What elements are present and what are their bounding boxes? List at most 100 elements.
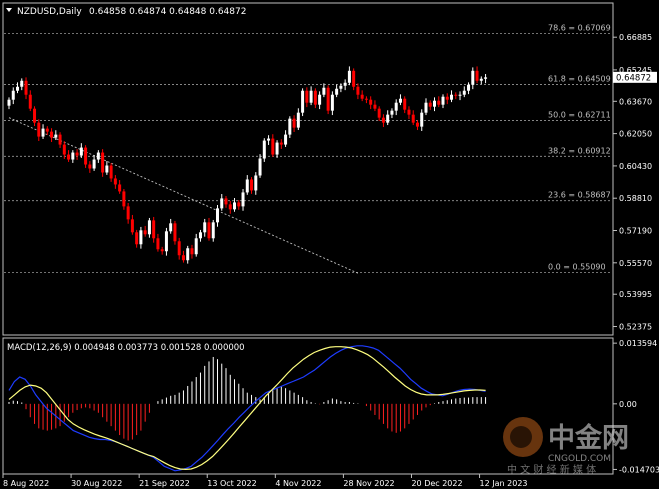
macd-tick-label: 0.013594	[619, 339, 657, 348]
candle-body	[211, 222, 215, 239]
candle-body	[420, 112, 424, 127]
candle-body	[441, 96, 445, 105]
candle-body	[454, 94, 458, 96]
price-tick-label: 0.66885	[619, 33, 652, 42]
candle-body	[407, 109, 411, 115]
candle-body	[309, 90, 313, 103]
candle-body	[275, 142, 279, 155]
candle-body	[79, 147, 83, 156]
candle-body	[67, 154, 71, 160]
cngold-logo-inner	[510, 426, 532, 448]
fib-label: 61.8 = 0.64509	[548, 75, 611, 84]
candle-body	[250, 179, 254, 191]
time-tick-label: 13 Oct 2022	[207, 479, 256, 488]
candle-body	[101, 152, 105, 173]
candle-body	[296, 112, 300, 128]
candle-body	[7, 99, 11, 106]
candle-body	[228, 204, 232, 210]
fib-label: 38.2 = 0.60912	[548, 146, 611, 155]
candle-body	[241, 192, 245, 207]
dropdown-triangle-icon[interactable]	[6, 8, 12, 12]
macd-indicator	[8, 345, 487, 472]
fib-label: 0.0 = 0.55090	[548, 262, 606, 271]
time-tick-label: 30 Aug 2022	[71, 479, 122, 488]
candle-body	[347, 70, 351, 83]
time-tick-label: 8 Aug 2022	[3, 479, 49, 488]
candle-body	[130, 219, 134, 233]
candle-body	[186, 248, 190, 261]
candle-body	[364, 98, 368, 100]
candle-body	[398, 98, 402, 103]
candle-body	[20, 80, 24, 87]
price-tick-label: 0.58810	[619, 194, 652, 203]
candle-body	[190, 248, 194, 255]
candle-body	[339, 85, 343, 89]
macd-tick-label: 0.00	[619, 400, 637, 409]
candle-body	[271, 138, 275, 155]
time-tick-label: 12 Jan 2023	[480, 479, 528, 488]
candle-body	[411, 114, 415, 123]
candle-body	[433, 100, 436, 107]
price-tick-label: 0.60430	[619, 162, 652, 171]
candle-body	[356, 86, 360, 95]
candle-body	[122, 191, 126, 207]
candle-body	[24, 80, 28, 95]
macd-tick-label: -0.014703	[619, 465, 659, 474]
candle-body	[118, 184, 122, 192]
candle-body	[377, 108, 381, 118]
candle-body	[152, 220, 156, 239]
candle-body	[292, 118, 296, 128]
candle-body	[160, 249, 164, 252]
candle-body	[173, 223, 177, 242]
candle-body	[181, 255, 185, 261]
chart-canvas: 78.6 = 0.67069 61.8 = 0.64509 50.0 = 0.627…	[2, 2, 659, 488]
candle-body	[279, 142, 283, 145]
time-tick-label: 20 Dec 2022	[411, 479, 462, 488]
candle-body	[381, 117, 385, 123]
candle-body	[335, 88, 339, 95]
candle-body	[96, 152, 100, 160]
candle-body	[450, 94, 454, 100]
candle-body	[262, 140, 266, 159]
candle-body	[254, 175, 258, 191]
time-tick-label: 21 Sep 2022	[139, 479, 190, 488]
candle-body	[467, 84, 471, 91]
candle-body	[428, 102, 432, 107]
candlesticks	[7, 66, 488, 264]
price-tick-label: 0.53995	[619, 290, 652, 299]
candle-body	[475, 70, 479, 81]
candle-body	[177, 241, 181, 256]
candle-body	[50, 131, 54, 138]
candle-body	[16, 86, 20, 91]
candle-body	[301, 90, 305, 113]
time-tick-label: 4 Nov 2022	[275, 479, 321, 488]
last-price-label: 0.64872	[616, 73, 651, 83]
macd-line	[8, 345, 486, 472]
candle-body	[484, 77, 488, 79]
candle-body	[75, 152, 79, 156]
candle-body	[139, 230, 143, 245]
candle-body	[373, 104, 377, 109]
candle-body	[45, 128, 49, 132]
candle-body	[37, 122, 41, 137]
candle-body	[109, 165, 113, 179]
fib-label: 50.0 = 0.62711	[548, 110, 611, 119]
candle-body	[215, 208, 219, 223]
candle-body	[203, 222, 207, 233]
chart-window: 78.6 = 0.67069 61.8 = 0.64509 50.0 = 0.627…	[0, 0, 659, 489]
candle-body	[479, 78, 483, 81]
candle-body	[33, 108, 37, 123]
candle-body	[322, 87, 326, 95]
candle-body	[403, 98, 407, 110]
candle-body	[415, 122, 419, 127]
price-tick-label: 0.52375	[619, 323, 652, 332]
watermark-brand: 中金网	[548, 422, 629, 454]
candle-body	[135, 232, 139, 245]
candle-body	[390, 110, 394, 115]
candle-body	[113, 178, 117, 185]
candle-body	[126, 206, 130, 220]
signal-line	[8, 346, 486, 471]
candle-body	[28, 94, 32, 109]
candle-body	[143, 230, 147, 235]
candle-body	[11, 90, 15, 100]
